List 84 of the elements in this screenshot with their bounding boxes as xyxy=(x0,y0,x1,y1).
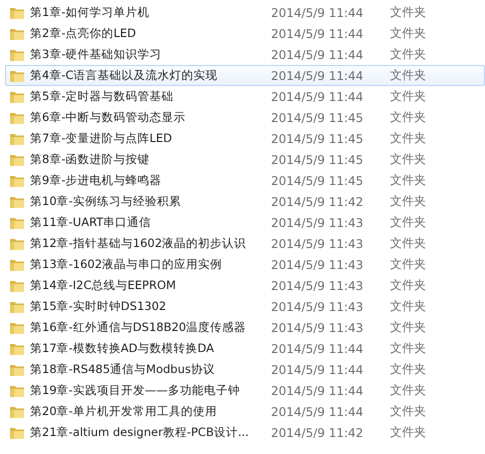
file-row[interactable]: 第6章-中断与数码管动态显示 2014/5/9 11:45 文件夹 xyxy=(5,107,485,128)
file-row[interactable]: 第20章-单片机开发常用工具的使用 2014/5/9 11:44 文件夹 xyxy=(5,401,485,422)
folder-name: 第2章-点亮你的LED xyxy=(30,26,137,41)
file-row[interactable]: 第2章-点亮你的LED 2014/5/9 11:44 文件夹 xyxy=(5,23,485,44)
modified-date: 2014/5/9 11:42 xyxy=(271,194,364,208)
file-row[interactable]: 第1章-如何学习单片机 2014/5/9 11:44 文件夹 xyxy=(5,2,485,23)
modified-date: 2014/5/9 11:43 xyxy=(271,216,364,230)
item-type: 文件夹 xyxy=(390,88,426,105)
item-type: 文件夹 xyxy=(390,361,426,378)
modified-date: 2014/5/9 11:42 xyxy=(271,426,364,440)
item-type: 文件夹 xyxy=(390,25,426,42)
folder-name: 第10章-实例练习与经验积累 xyxy=(30,194,182,209)
file-row[interactable]: 第9章-步进电机与蜂鸣器 2014/5/9 11:45 文件夹 xyxy=(5,170,485,191)
file-row[interactable]: 第13章-1602液晶与串口的应用实例 2014/5/9 11:43 文件夹 xyxy=(5,254,485,275)
item-type: 文件夹 xyxy=(390,424,426,441)
folder-name: 第16章-红外通信与DS18B20温度传感器 xyxy=(30,320,248,335)
modified-date: 2014/5/9 11:43 xyxy=(271,258,364,272)
folder-name: 第6章-中断与数码管动态显示 xyxy=(30,110,186,125)
file-row[interactable]: 第19章-实践项目开发——多功能电子钟 2014/5/9 11:44 文件夹 xyxy=(5,380,485,401)
item-type: 文件夹 xyxy=(390,235,426,252)
modified-date: 2014/5/9 11:44 xyxy=(271,362,364,376)
item-type: 文件夹 xyxy=(390,67,426,84)
item-type: 文件夹 xyxy=(390,403,426,420)
file-row[interactable]: 第12章-指针基础与1602液晶的初步认识 2014/5/9 11:43 文件夹 xyxy=(5,233,485,254)
folder-name: 第1章-如何学习单片机 xyxy=(30,5,150,20)
folder-name: 第15章-实时时钟DS1302 xyxy=(30,299,168,314)
file-row[interactable]: 第11章-UART串口通信 2014/5/9 11:43 文件夹 xyxy=(5,212,485,233)
item-type: 文件夹 xyxy=(390,193,426,210)
file-row[interactable]: 第8章-函数进阶与按键 2014/5/9 11:45 文件夹 xyxy=(5,149,485,170)
item-type: 文件夹 xyxy=(390,298,426,315)
folder-name: 第9章-步进电机与蜂鸣器 xyxy=(30,173,162,188)
file-row[interactable]: 第17章-模数转换AD与数模转换DA 2014/5/9 11:44 文件夹 xyxy=(5,338,485,359)
item-type: 文件夹 xyxy=(390,46,426,63)
modified-date: 2014/5/9 11:44 xyxy=(271,68,364,82)
folder-name: 第21章-altium designer教程-PCB设计... xyxy=(30,425,250,440)
file-row[interactable]: 第7章-变量进阶与点阵LED 2014/5/9 11:45 文件夹 xyxy=(5,128,485,149)
folder-name: 第5章-定时器与数码管基础 xyxy=(30,89,174,104)
folder-name: 第17章-模数转换AD与数模转换DA xyxy=(30,341,216,356)
modified-date: 2014/5/9 11:45 xyxy=(271,174,364,188)
item-type: 文件夹 xyxy=(390,4,426,21)
modified-date: 2014/5/9 11:43 xyxy=(271,300,364,314)
item-type: 文件夹 xyxy=(390,382,426,399)
file-row[interactable]: 第10章-实例练习与经验积累 2014/5/9 11:42 文件夹 xyxy=(5,191,485,212)
folder-name: 第4章-C语言基础以及流水灯的实现 xyxy=(30,68,218,83)
modified-date: 2014/5/9 11:43 xyxy=(271,320,364,334)
folder-name: 第20章-单片机开发常用工具的使用 xyxy=(30,404,218,419)
file-row[interactable]: 第21章-altium designer教程-PCB设计... 2014/5/9 11:42 文件夹 xyxy=(5,422,485,443)
modified-date: 2014/5/9 11:44 xyxy=(271,26,364,40)
item-type: 文件夹 xyxy=(390,256,426,273)
modified-date: 2014/5/9 11:45 xyxy=(271,152,364,166)
file-row[interactable]: 第3章-硬件基础知识学习 2014/5/9 11:44 文件夹 xyxy=(5,44,485,65)
item-type: 文件夹 xyxy=(390,151,426,168)
item-type: 文件夹 xyxy=(390,109,426,126)
item-type: 文件夹 xyxy=(390,340,426,357)
folder-name: 第3章-硬件基础知识学习 xyxy=(30,47,162,62)
folder-name: 第18章-RS485通信与Modbus协议 xyxy=(30,362,216,377)
modified-date: 2014/5/9 11:45 xyxy=(271,132,364,146)
modified-date: 2014/5/9 11:44 xyxy=(271,342,364,356)
modified-date: 2014/5/9 11:44 xyxy=(271,48,364,62)
item-type: 文件夹 xyxy=(390,214,426,231)
item-type: 文件夹 xyxy=(390,277,426,294)
file-row[interactable]: 第5章-定时器与数码管基础 2014/5/9 11:44 文件夹 xyxy=(5,86,485,107)
folder-name: 第7章-变量进阶与点阵LED xyxy=(30,131,173,146)
folder-name: 第12章-指针基础与1602液晶的初步认识 xyxy=(30,236,248,251)
item-type: 文件夹 xyxy=(390,319,426,336)
item-type: 文件夹 xyxy=(390,172,426,189)
modified-date: 2014/5/9 11:44 xyxy=(271,384,364,398)
folder-name: 第8章-函数进阶与按键 xyxy=(30,152,150,167)
folder-name: 第13章-1602液晶与串口的应用实例 xyxy=(30,257,224,272)
file-row[interactable]: 第16章-红外通信与DS18B20温度传感器 2014/5/9 11:43 文件夹 xyxy=(5,317,485,338)
file-row[interactable]: 第18章-RS485通信与Modbus协议 2014/5/9 11:44 文件夹 xyxy=(5,359,485,380)
modified-date: 2014/5/9 11:43 xyxy=(271,278,364,292)
folder-name: 第11章-UART串口通信 xyxy=(30,215,152,230)
file-row[interactable]: 第14章-I2C总线与EEPROM 2014/5/9 11:43 文件夹 xyxy=(5,275,485,296)
modified-date: 2014/5/9 11:43 xyxy=(271,236,364,250)
modified-date: 2014/5/9 11:44 xyxy=(271,6,364,20)
modified-date: 2014/5/9 11:45 xyxy=(271,110,364,124)
file-row[interactable]: 第4章-C语言基础以及流水灯的实现 2014/5/9 11:44 文件夹 xyxy=(5,65,485,86)
folder-name: 第19章-实践项目开发——多功能电子钟 xyxy=(30,383,241,398)
file-row[interactable]: 第15章-实时时钟DS1302 2014/5/9 11:43 文件夹 xyxy=(5,296,485,317)
modified-date: 2014/5/9 11:44 xyxy=(271,90,364,104)
modified-date: 2014/5/9 11:44 xyxy=(271,404,364,418)
item-type: 文件夹 xyxy=(390,130,426,147)
folder-name: 第14章-I2C总线与EEPROM xyxy=(30,278,177,293)
